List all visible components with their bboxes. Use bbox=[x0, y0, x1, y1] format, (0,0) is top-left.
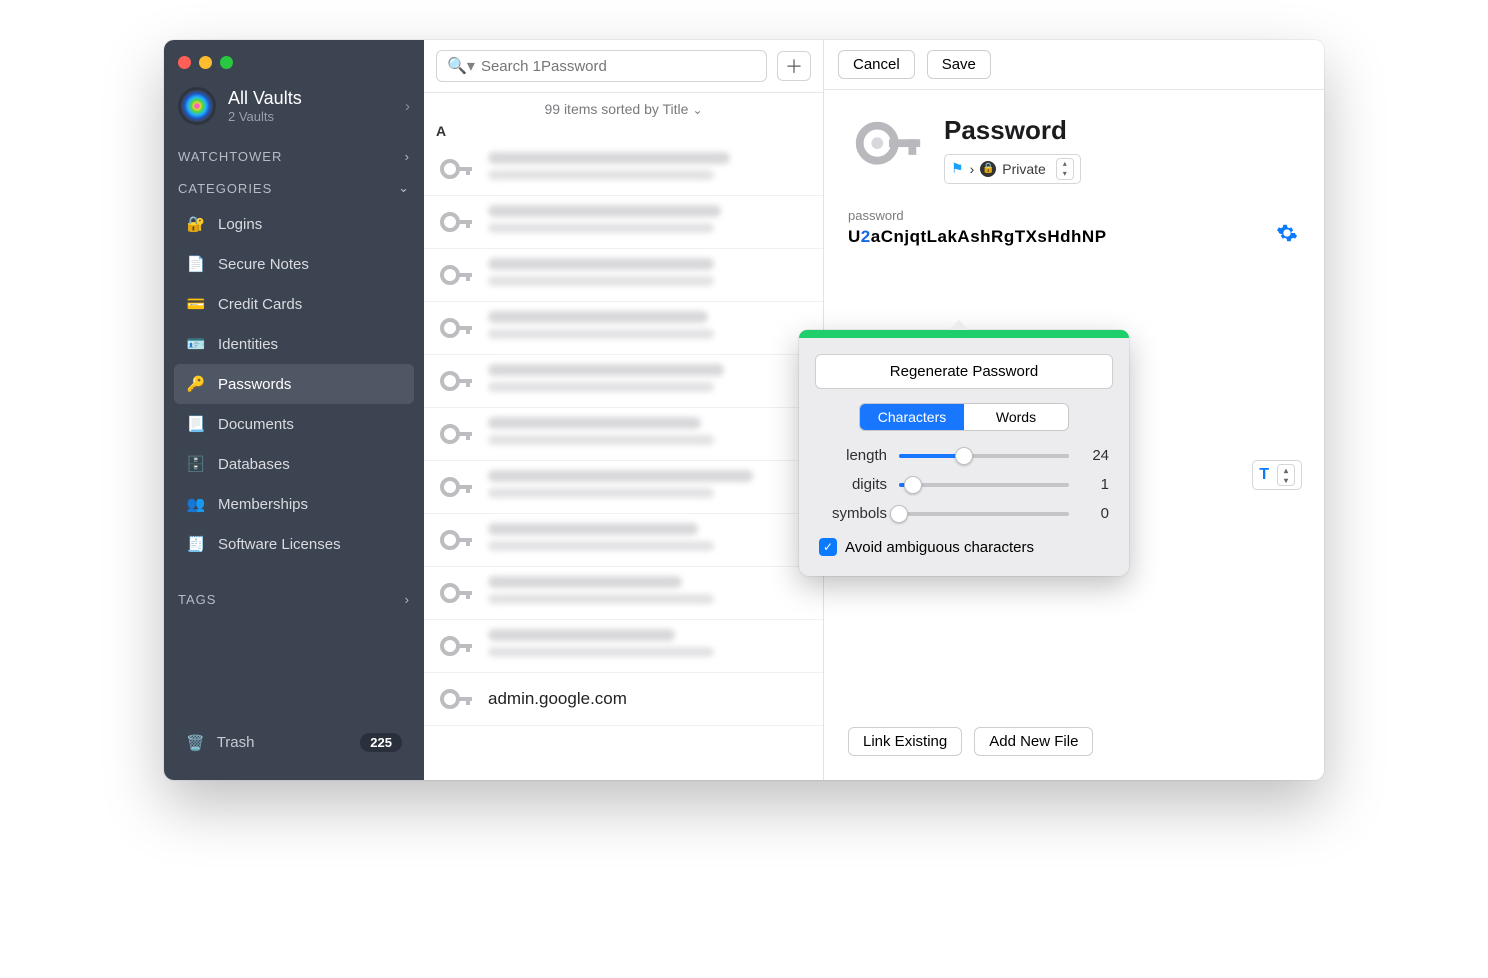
list-item[interactable] bbox=[424, 567, 823, 620]
minimize-window-button[interactable] bbox=[199, 56, 212, 69]
gear-icon[interactable] bbox=[1276, 222, 1298, 244]
link-existing-button[interactable]: Link Existing bbox=[848, 727, 962, 756]
sidebar-item-logins[interactable]: 🔐Logins bbox=[174, 204, 414, 244]
sort-selector[interactable]: 99 items sorted by Title⌄ bbox=[424, 93, 823, 121]
card-icon: 💳 bbox=[186, 294, 206, 314]
window-controls bbox=[164, 40, 424, 79]
sidebar-item-databases[interactable]: 🗄️Databases bbox=[174, 444, 414, 484]
search-field[interactable]: 🔍▾ bbox=[436, 50, 767, 82]
item-list-pane: 🔍▾ ＋ 99 items sorted by Title⌄ A admin.g… bbox=[424, 40, 824, 780]
list-item[interactable] bbox=[424, 249, 823, 302]
sidebar-item-documents[interactable]: 📃Documents bbox=[174, 404, 414, 444]
tags-section[interactable]: TAGS › bbox=[164, 582, 424, 613]
item-list[interactable]: admin.google.com bbox=[424, 143, 823, 780]
vault-selector[interactable]: All Vaults 2 Vaults › bbox=[164, 79, 424, 139]
categories-section[interactable]: CATEGORIES ⌄ bbox=[164, 170, 424, 202]
categories-list: 🔐Logins 📄Secure Notes 💳Credit Cards 🪪Ide… bbox=[164, 202, 424, 566]
lock-icon: 🔒 bbox=[980, 161, 996, 177]
sidebar: All Vaults 2 Vaults › WATCHTOWER › CATEG… bbox=[164, 40, 424, 780]
sidebar-item-credit-cards[interactable]: 💳Credit Cards bbox=[174, 284, 414, 324]
id-icon: 🪪 bbox=[186, 334, 206, 354]
list-item[interactable] bbox=[424, 514, 823, 567]
list-item[interactable] bbox=[424, 302, 823, 355]
password-generator-popover: Regenerate Password Characters Words len… bbox=[799, 330, 1129, 576]
key-icon: 🔑 bbox=[186, 374, 206, 394]
list-item[interactable] bbox=[424, 143, 823, 196]
sidebar-item-licenses[interactable]: 🧾Software Licenses bbox=[174, 524, 414, 564]
chevron-right-icon: › bbox=[405, 592, 410, 607]
item-title[interactable]: Password bbox=[944, 115, 1081, 146]
sidebar-item-secure-notes[interactable]: 📄Secure Notes bbox=[174, 244, 414, 284]
digits-slider[interactable]: digits 1 bbox=[815, 470, 1113, 499]
password-item-icon bbox=[848, 110, 926, 188]
sidebar-item-trash[interactable]: 🗑️ Trash 225 bbox=[174, 723, 414, 762]
key-icon bbox=[436, 679, 476, 719]
cancel-button[interactable]: Cancel bbox=[838, 50, 915, 79]
list-section-header: A bbox=[424, 121, 823, 143]
close-window-button[interactable] bbox=[178, 56, 191, 69]
watchtower-section[interactable]: WATCHTOWER › bbox=[164, 139, 424, 170]
key-icon bbox=[436, 255, 476, 295]
list-item[interactable] bbox=[424, 196, 823, 249]
segment-characters[interactable]: Characters bbox=[860, 404, 964, 430]
document-icon: 📃 bbox=[186, 414, 206, 434]
key-icon bbox=[436, 467, 476, 507]
key-icon bbox=[436, 361, 476, 401]
segment-words[interactable]: Words bbox=[964, 404, 1068, 430]
list-item[interactable] bbox=[424, 620, 823, 673]
list-item[interactable] bbox=[424, 355, 823, 408]
trash-count-badge: 225 bbox=[360, 733, 402, 752]
app-window: All Vaults 2 Vaults › WATCHTOWER › CATEG… bbox=[164, 40, 1324, 780]
zoom-window-button[interactable] bbox=[220, 56, 233, 69]
stepper-icon[interactable]: ▴▾ bbox=[1056, 158, 1074, 180]
flag-icon: ⚑ bbox=[951, 160, 964, 177]
list-item-title: admin.google.com bbox=[488, 689, 811, 709]
chevron-down-icon: ⌄ bbox=[398, 180, 410, 196]
search-input[interactable] bbox=[481, 58, 756, 75]
membership-icon: 👥 bbox=[186, 494, 206, 514]
add-item-button[interactable]: ＋ bbox=[777, 51, 811, 81]
sidebar-item-identities[interactable]: 🪪Identities bbox=[174, 324, 414, 364]
length-slider[interactable]: length 24 bbox=[815, 441, 1113, 470]
all-vaults-icon bbox=[178, 87, 216, 125]
list-item[interactable] bbox=[424, 408, 823, 461]
checkbox-checked-icon: ✓ bbox=[819, 538, 837, 556]
chevron-right-icon: › bbox=[405, 149, 410, 164]
related-items: Link Existing Add New File bbox=[848, 719, 1093, 756]
type-selector[interactable]: T ▴▾ bbox=[1252, 460, 1302, 490]
trash-icon: 🗑️ bbox=[186, 734, 205, 752]
search-icon: 🔍▾ bbox=[447, 56, 475, 76]
license-icon: 🧾 bbox=[186, 534, 206, 554]
vault-chip[interactable]: ⚑ › 🔒 Private ▴▾ bbox=[944, 154, 1081, 184]
password-field[interactable]: password U2aCnjqtLakAshRgTXsHdhNP bbox=[824, 200, 1324, 251]
chevron-right-icon: › bbox=[970, 161, 975, 177]
generator-mode-segment[interactable]: Characters Words bbox=[859, 403, 1069, 431]
key-icon bbox=[436, 520, 476, 560]
key-icon bbox=[436, 149, 476, 189]
database-icon: 🗄️ bbox=[186, 454, 206, 474]
key-icon bbox=[436, 573, 476, 613]
note-icon: 📄 bbox=[186, 254, 206, 274]
sidebar-item-passwords[interactable]: 🔑Passwords bbox=[174, 364, 414, 404]
list-item[interactable] bbox=[424, 461, 823, 514]
vault-title: All Vaults bbox=[228, 88, 302, 109]
sidebar-item-memberships[interactable]: 👥Memberships bbox=[174, 484, 414, 524]
password-value: U2aCnjqtLakAshRgTXsHdhNP bbox=[848, 227, 1300, 247]
chevron-right-icon: › bbox=[405, 98, 410, 115]
strength-bar bbox=[799, 330, 1129, 338]
key-icon bbox=[436, 626, 476, 666]
key-icon bbox=[436, 202, 476, 242]
avoid-ambiguous-checkbox[interactable]: ✓ Avoid ambiguous characters bbox=[815, 528, 1113, 558]
key-icon bbox=[436, 308, 476, 348]
key-icon bbox=[436, 414, 476, 454]
regenerate-password-button[interactable]: Regenerate Password bbox=[815, 354, 1113, 389]
save-button[interactable]: Save bbox=[927, 50, 991, 79]
keyhole-icon: 🔐 bbox=[186, 214, 206, 234]
vault-subtitle: 2 Vaults bbox=[228, 109, 302, 124]
add-new-file-button[interactable]: Add New File bbox=[974, 727, 1093, 756]
stepper-icon: ▴▾ bbox=[1277, 464, 1295, 486]
symbols-slider[interactable]: symbols 0 bbox=[815, 499, 1113, 528]
list-item[interactable]: admin.google.com bbox=[424, 673, 823, 726]
chevron-down-icon: ⌄ bbox=[692, 103, 702, 117]
